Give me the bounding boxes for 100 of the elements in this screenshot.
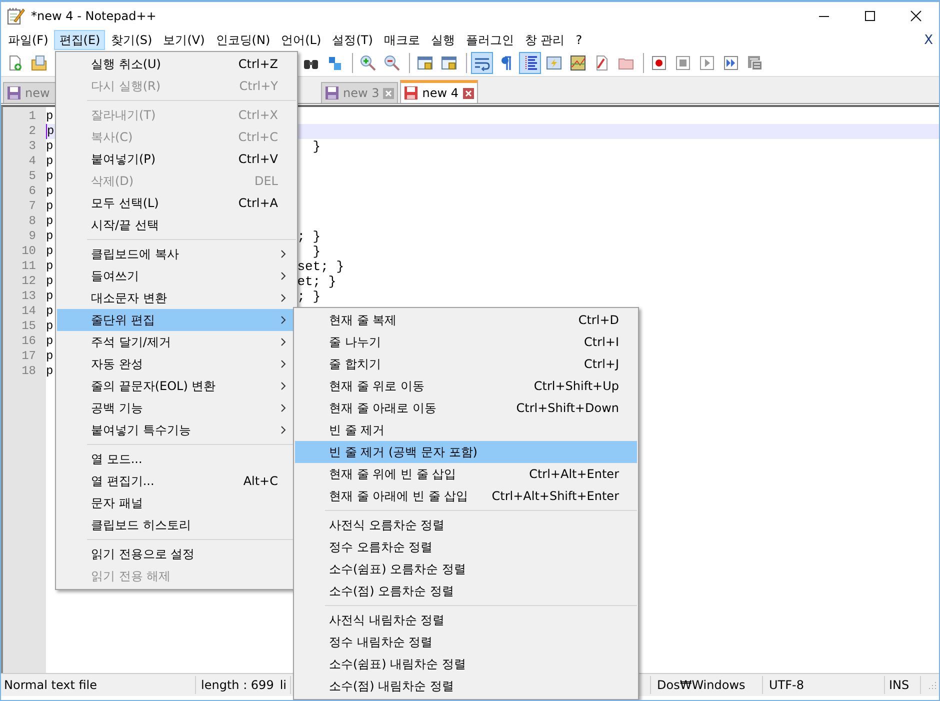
menu-item[interactable]: 모두 선택(L) Ctrl+A <box>57 192 296 214</box>
chevron-icon <box>281 338 286 346</box>
code-text: } <box>312 139 321 154</box>
menu-bar-item[interactable]: 창 관리 <box>520 30 570 50</box>
menu-bar-item[interactable]: 인코딩(N) <box>210 30 276 50</box>
menu-item[interactable]: 클립보드 히스토리 <box>57 514 296 536</box>
menu-item[interactable]: 정수 내림차순 정렬 <box>295 631 637 653</box>
code-text: p <box>46 139 54 154</box>
menu-bar-item[interactable]: 실행 <box>426 30 460 50</box>
menu-item[interactable]: 사전식 내림차순 정렬 <box>295 609 637 631</box>
line-number: 16 <box>20 334 37 349</box>
encoding-status: UTF-8 <box>763 676 885 694</box>
insert-mode-status: INS <box>885 676 921 694</box>
line-number: 9 <box>28 229 37 244</box>
chevron-icon <box>281 382 286 390</box>
line-number: 18 <box>20 364 37 379</box>
line-number: 2 <box>28 124 37 139</box>
code-text: et; } <box>297 274 336 289</box>
code-text: p <box>46 244 54 259</box>
menu-item[interactable]: 현재 줄 위에 빈 줄 삽입 Ctrl+Alt+Enter <box>295 463 637 485</box>
menu-bar-item[interactable]: 매크로 <box>378 30 425 50</box>
line-number: 14 <box>20 304 37 319</box>
menu-item[interactable]: 클립보드에 복사 <box>57 243 296 265</box>
menu-item[interactable]: 사전식 오름차순 정렬 <box>295 514 637 536</box>
menu-item[interactable]: 문자 패널 <box>57 492 296 514</box>
code-text: p <box>46 109 54 124</box>
window-title: *new 4 - Notepad++ <box>31 9 156 23</box>
line-number: 7 <box>28 199 37 214</box>
line-number: 5 <box>28 169 37 184</box>
resize-grip-icon[interactable] <box>927 680 937 690</box>
code-text: p <box>46 349 54 364</box>
menu-item[interactable]: 대소문자 변환 <box>57 287 296 309</box>
menu-bar-item[interactable]: 언어(L) <box>276 30 326 50</box>
code-text: ; } <box>297 229 321 244</box>
menu-item[interactable]: 주석 달기/제거 <box>57 331 296 353</box>
document-tab[interactable]: new 4 <box>400 80 478 103</box>
menu-item[interactable]: 줄 나누기 Ctrl+I <box>295 331 637 353</box>
menu-item[interactable]: 자동 완성 <box>57 353 296 375</box>
menu-bar-item[interactable]: 편집(E) <box>54 30 106 50</box>
menu-item[interactable]: 줄단위 편집 <box>57 309 296 331</box>
menu-item[interactable]: 열 모드... <box>57 448 296 470</box>
menu-item[interactable]: 읽기 전용으로 설정 <box>57 543 296 565</box>
code-text: p <box>46 184 54 199</box>
code-text: p <box>46 364 54 379</box>
code-text: p <box>46 169 54 184</box>
length-status: length : 699 <box>201 677 274 694</box>
lines-status: li <box>280 677 286 694</box>
close-document-button[interactable]: X <box>922 32 935 48</box>
menu-item[interactable]: 실행 취소(U) Ctrl+Z <box>57 53 296 75</box>
menu-item[interactable]: 현재 줄 복제 Ctrl+D <box>295 309 637 331</box>
eol-status: Dos₩Windows <box>650 676 763 694</box>
menu-item[interactable]: 소수(쉼표) 오름차순 정렬 <box>295 558 637 580</box>
menu-bar-item[interactable]: 찾기(S) <box>106 30 158 50</box>
chevron-icon <box>281 426 286 434</box>
line-number: 15 <box>20 319 37 334</box>
code-text: p <box>46 319 54 334</box>
menu-bar-item[interactable]: 설정(T) <box>327 30 378 50</box>
line-number: 10 <box>20 244 37 259</box>
menu-item[interactable]: 빈 줄 제거 (공백 문자 포함) <box>295 441 637 463</box>
menu-item[interactable]: 소수(점) 내림차순 정렬 <box>295 675 637 697</box>
indent-guide-icon[interactable] <box>519 52 541 74</box>
menu-bar-item[interactable]: 파일(F) <box>3 30 54 50</box>
menu-item[interactable]: 붙여넣기 특수기능 <box>57 419 296 441</box>
menu-item[interactable]: 줄 합치기 Ctrl+J <box>295 353 637 375</box>
code-text: set; } <box>297 259 344 274</box>
menu-item[interactable]: 현재 줄 위로 이동 Ctrl+Shift+Up <box>295 375 637 397</box>
menu-item[interactable]: 시작/끝 선택 <box>57 214 296 236</box>
chevron-icon <box>281 360 286 368</box>
menu-item[interactable]: 공백 기능 <box>57 397 296 419</box>
code-text: p <box>46 259 54 274</box>
menu-bar-item[interactable]: ? <box>570 30 588 50</box>
maximize-icon[interactable] <box>864 10 876 22</box>
word-wrap-icon[interactable] <box>471 52 493 74</box>
close-tab-icon[interactable] <box>462 88 474 98</box>
close-icon[interactable] <box>910 10 922 22</box>
menu-item[interactable]: 열 편집기... Alt+C <box>57 470 296 492</box>
code-text: p <box>46 304 54 319</box>
code-text: p <box>46 274 54 289</box>
chevron-icon <box>281 272 286 280</box>
line-number: 13 <box>20 289 37 304</box>
code-text: p <box>46 289 54 304</box>
close-tab-icon[interactable] <box>383 88 394 98</box>
menu-bar-item[interactable]: 보기(V) <box>158 30 210 50</box>
menu-item[interactable]: 현재 줄 아래에 빈 줄 삽입 Ctrl+Alt+Shift+Enter <box>295 485 637 507</box>
code-text: p <box>46 214 54 229</box>
notepad-icon <box>7 7 25 25</box>
menu-item[interactable]: 정수 오름차순 정렬 <box>295 536 637 558</box>
menu-bar-item[interactable]: 플러그인 <box>460 30 519 50</box>
menu-item[interactable]: 들여쓰기 <box>57 265 296 287</box>
menu-item[interactable]: 소수(점) 오름차순 정렬 <box>295 580 637 602</box>
menu-item[interactable]: 빈 줄 제거 <box>295 419 637 441</box>
menu-item[interactable]: 붙여넣기(P) Ctrl+V <box>57 148 296 170</box>
menu-item[interactable]: 현재 줄 아래로 이동 Ctrl+Shift+Down <box>295 397 637 419</box>
chevron-icon <box>281 404 286 412</box>
menu-item[interactable]: 줄의 끝문자(EOL) 변환 <box>57 375 296 397</box>
line-number: 11 <box>20 259 37 274</box>
chevron-icon <box>281 294 286 302</box>
file-type-status: Normal text file <box>1 676 196 694</box>
menu-item[interactable]: 소수(쉼표) 내림차순 정렬 <box>295 653 637 675</box>
line-number: 8 <box>28 214 37 229</box>
